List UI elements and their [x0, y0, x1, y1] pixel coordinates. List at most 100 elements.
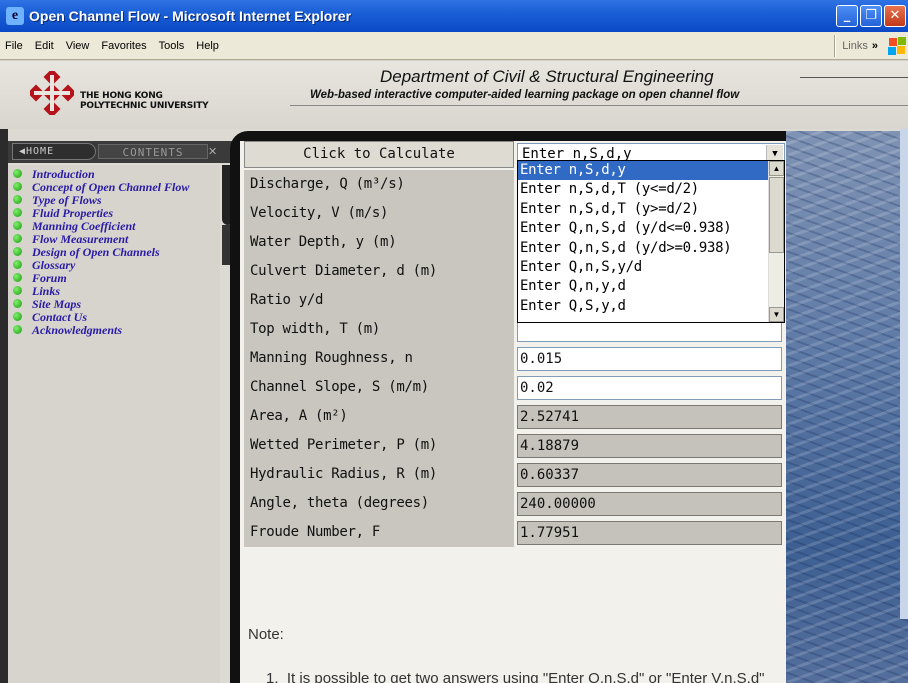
- contents-tab[interactable]: CONTENTS: [98, 144, 208, 159]
- sidebar-nav: Introduction Concept of Open Channel Flo…: [8, 165, 220, 683]
- nav-item-label: Type of Flows: [32, 193, 102, 207]
- close-icon[interactable]: ✕: [208, 145, 217, 158]
- links-toolbar: Links »: [834, 32, 908, 60]
- nav-item-label: Links: [32, 284, 61, 298]
- window-title: Open Channel Flow - Microsoft Internet E…: [29, 8, 352, 24]
- bullet-icon: [13, 286, 22, 295]
- bullet-icon: [13, 273, 22, 282]
- mode-option[interactable]: Enter Q,n,S,y/d: [518, 258, 784, 277]
- nav-item-label: Concept of Open Channel Flow: [32, 180, 190, 194]
- bullet-icon: [13, 221, 22, 230]
- row-slope: Channel Slope, S (m/m) 0.02: [244, 373, 786, 402]
- bullet-icon: [13, 234, 22, 243]
- row-label: Culvert Diameter, d (m): [244, 257, 514, 286]
- header-banner: THE HONG KONG POLYTECHNIC UNIVERSITY Dep…: [0, 61, 908, 129]
- row-label: Discharge, Q (m³/s): [244, 170, 514, 199]
- channel-slope-field[interactable]: 0.02: [517, 376, 782, 400]
- row-area: Area, A (m²) 2.52741: [244, 402, 786, 431]
- windows-flag-icon: [888, 37, 906, 55]
- row-label: Hydraulic Radius, R (m): [244, 460, 514, 489]
- menu-view[interactable]: View: [60, 40, 96, 52]
- row-label: Top width, T (m): [244, 315, 514, 344]
- mode-option[interactable]: Enter Q,n,S,d (y/d>=0.938): [518, 239, 784, 258]
- mode-option[interactable]: Enter Q,n,y,d: [518, 277, 784, 296]
- row-froude: Froude Number, F 1.77951: [244, 518, 786, 547]
- nav-item-label: Manning Coefficient: [32, 219, 136, 233]
- close-button[interactable]: ✕: [884, 5, 906, 27]
- scroll-thumb[interactable]: [769, 177, 784, 253]
- maximize-button[interactable]: ❐: [860, 5, 882, 27]
- mode-option[interactable]: Enter n,S,d,T (y<=d/2): [518, 180, 784, 199]
- note-heading: Note:: [248, 626, 284, 643]
- menu-file[interactable]: File: [0, 40, 29, 52]
- bullet-icon: [13, 169, 22, 178]
- mode-option[interactable]: Enter Q,n,S,d (y/d<=0.938): [518, 219, 784, 238]
- chevron-icon[interactable]: »: [872, 40, 878, 52]
- note-list-item: 1. It is possible to get two answers usi…: [266, 668, 786, 683]
- window-controls: _ ❐ ✕: [836, 5, 906, 27]
- nav-item-label: Glossary: [32, 258, 76, 272]
- university-name-line1: THE HONG KONG: [80, 91, 163, 101]
- dropdown-scrollbar[interactable]: ▲ ▼: [768, 161, 784, 322]
- calculate-button[interactable]: Click to Calculate: [244, 141, 514, 168]
- froude-number-output: 1.77951: [517, 521, 782, 545]
- mode-option[interactable]: Enter Q,S,y,d: [518, 297, 784, 316]
- manning-roughness-field[interactable]: 0.015: [517, 347, 782, 371]
- note-item-number: 1.: [266, 670, 287, 683]
- angle-output: 240.00000: [517, 492, 782, 516]
- links-button[interactable]: Links: [842, 40, 868, 52]
- nav-item-label: Acknowledgments: [32, 323, 123, 337]
- row-label: Wetted Perimeter, P (m): [244, 431, 514, 460]
- nav-item-label: Introduction: [32, 167, 95, 181]
- nav-item-label: Fluid Properties: [32, 206, 114, 220]
- page-scrollbar[interactable]: [900, 129, 908, 619]
- menu-favorites[interactable]: Favorites: [95, 40, 152, 52]
- mode-dropdown-list[interactable]: Enter n,S,d,y Enter n,S,d,T (y<=d/2) Ent…: [517, 160, 785, 323]
- row-manning: Manning Roughness, n 0.015: [244, 344, 786, 373]
- note-item-text: It is possible to get two answers using …: [286, 670, 765, 683]
- row-label: Channel Slope, S (m/m): [244, 373, 514, 402]
- row-label: Ratio y/d: [244, 286, 514, 315]
- nav-item-label: Flow Measurement: [32, 232, 129, 246]
- site-subtitle: Web-based interactive computer-aided lea…: [310, 89, 740, 101]
- menu-tools[interactable]: Tools: [153, 40, 191, 52]
- bullet-icon: [13, 312, 22, 321]
- bullet-icon: [13, 299, 22, 308]
- row-label: Velocity, V (m/s): [244, 199, 514, 228]
- department-title: Department of Civil & Structural Enginee…: [380, 67, 714, 86]
- minimize-button[interactable]: _: [836, 5, 858, 27]
- nav-item-acknowledgments[interactable]: Acknowledgments: [8, 324, 220, 337]
- bullet-icon: [13, 182, 22, 191]
- scroll-down-icon[interactable]: ▼: [769, 307, 784, 322]
- nav-item-label: Forum: [32, 271, 67, 285]
- row-label: Water Depth, y (m): [244, 228, 514, 257]
- header-divider: [290, 105, 908, 106]
- nav-item-label: Design of Open Channels: [32, 245, 160, 259]
- area-output: 2.52741: [517, 405, 782, 429]
- university-name: THE HONG KONG POLYTECHNIC UNIVERSITY: [80, 91, 209, 111]
- row-label: Angle, theta (degrees): [244, 489, 514, 518]
- nav-list: Introduction Concept of Open Channel Flo…: [8, 165, 220, 337]
- menu-edit[interactable]: Edit: [29, 40, 60, 52]
- mode-option[interactable]: Enter n,S,d,y: [518, 161, 784, 181]
- university-name-line2: POLYTECHNIC UNIVERSITY: [80, 101, 209, 111]
- nav-item-label: Contact Us: [32, 310, 88, 324]
- row-hydraulic-radius: Hydraulic Radius, R (m) 0.60337: [244, 460, 786, 489]
- home-button[interactable]: ◀HOME: [12, 143, 96, 160]
- scroll-up-icon[interactable]: ▲: [769, 161, 784, 176]
- row-label: Manning Roughness, n: [244, 344, 514, 373]
- row-wetted-perimeter: Wetted Perimeter, P (m) 4.18879: [244, 431, 786, 460]
- menu-help[interactable]: Help: [190, 40, 225, 52]
- wetted-perimeter-output: 4.18879: [517, 434, 782, 458]
- nav-item-label: Site Maps: [32, 297, 82, 311]
- header-rule: [800, 77, 908, 78]
- bullet-icon: [13, 208, 22, 217]
- menu-bar: File Edit View Favorites Tools Help Link…: [0, 32, 908, 60]
- row-label: Area, A (m²): [244, 402, 514, 431]
- polyu-logo-icon: [30, 71, 74, 115]
- mode-option[interactable]: Enter n,S,d,T (y>=d/2): [518, 200, 784, 219]
- bullet-icon: [13, 247, 22, 256]
- row-label: Froude Number, F: [244, 518, 514, 547]
- internet-explorer-icon: e: [6, 7, 24, 25]
- water-background-image: [786, 131, 908, 683]
